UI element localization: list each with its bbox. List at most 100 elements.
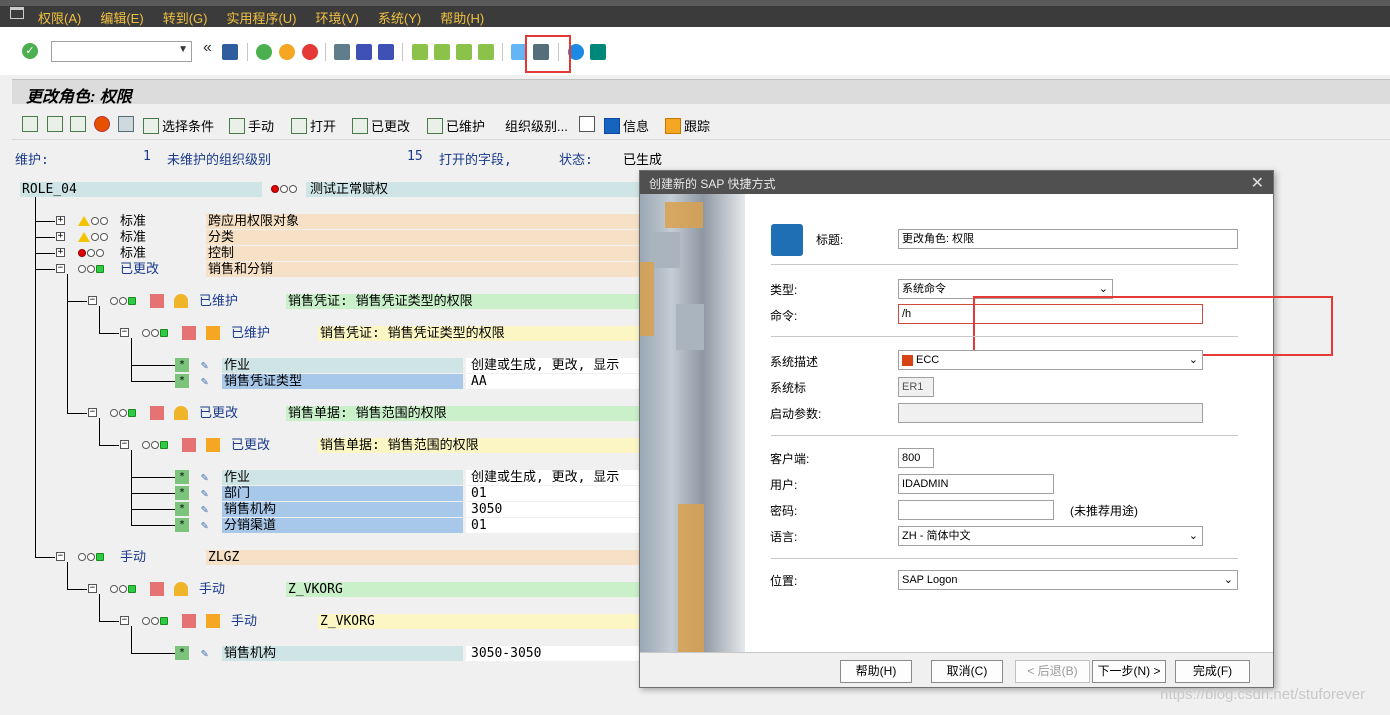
tree-connector <box>67 589 87 590</box>
node-desc-box <box>206 246 640 261</box>
find-icon[interactable] <box>356 44 372 60</box>
org-levels-button[interactable]: 组织级别... <box>505 116 568 135</box>
system-description-select[interactable]: ECC ⌄ <box>898 350 1203 370</box>
pencil-icon[interactable]: ✎ <box>201 647 213 659</box>
tree-connector <box>131 365 175 366</box>
tree-connector <box>99 306 100 334</box>
maintained-button[interactable]: 已维护 <box>427 116 485 135</box>
tree-connector <box>131 338 132 382</box>
collapse-icon[interactable]: − <box>120 616 129 625</box>
pencil-icon[interactable]: ✎ <box>201 503 213 515</box>
window-menu-icon[interactable] <box>10 7 24 19</box>
location-select[interactable]: SAP Logon ⌄ <box>898 570 1238 590</box>
tree-connector <box>67 301 87 302</box>
expand-icon[interactable]: + <box>56 216 65 225</box>
field-value: 3050-3050 <box>471 646 542 661</box>
enter-check-icon[interactable]: ✓ <box>22 43 38 59</box>
pencil-icon[interactable]: ✎ <box>201 471 213 483</box>
pencil-icon[interactable]: ✎ <box>201 375 213 387</box>
collapse-command-icon[interactable]: « <box>203 39 212 57</box>
close-icon[interactable]: ✕ <box>1251 173 1264 193</box>
object-icon <box>150 582 164 596</box>
manual-button[interactable]: 手动 <box>229 116 274 135</box>
chevron-down-icon[interactable]: ⌄ <box>1189 351 1198 369</box>
last-page-icon[interactable] <box>478 44 494 60</box>
role-name: ROLE_04 <box>22 182 77 197</box>
pencil-icon[interactable]: ✎ <box>201 359 213 371</box>
help-button[interactable]: 帮助(H) <box>840 660 912 683</box>
field-name: 分销渠道 <box>224 518 277 533</box>
menu-system[interactable]: 系统(Y) <box>378 8 421 27</box>
role-description: 测试正常赋权 <box>310 182 389 197</box>
expand-icon[interactable]: + <box>56 232 65 241</box>
tree-connector <box>99 621 119 622</box>
expand-icon[interactable] <box>22 116 38 132</box>
watermark: https://blog.csdn.net/stuforever <box>1160 686 1366 703</box>
menu-environment[interactable]: 环境(V) <box>316 8 359 27</box>
field-star-icon: * <box>175 646 189 660</box>
save-icon[interactable] <box>222 44 238 60</box>
field-name-box <box>222 486 463 501</box>
pencil-icon[interactable]: ✎ <box>201 519 213 531</box>
title-input[interactable]: 更改角色: 权限 <box>898 229 1238 249</box>
collapse-icon[interactable]: − <box>88 296 97 305</box>
field-name: 作业 <box>224 358 251 373</box>
open-button[interactable]: 打开 <box>291 116 336 135</box>
cancel-icon[interactable] <box>302 44 318 60</box>
info-button[interactable]: 信息 <box>604 116 649 135</box>
next-page-icon[interactable] <box>456 44 472 60</box>
menu-goto[interactable]: 转到(G) <box>163 8 208 27</box>
collapse-icon[interactable]: − <box>88 584 97 593</box>
next-button[interactable]: 下一步(N) > <box>1092 660 1166 683</box>
command-field[interactable]: ▼ <box>51 41 192 62</box>
back-icon[interactable] <box>256 44 272 60</box>
delete-icon[interactable] <box>118 116 134 132</box>
ok-light <box>110 409 136 417</box>
menu-items: 权限(A) 编辑(E) 转到(G) 实用程序(U) 环境(V) 系统(Y) 帮助… <box>38 8 484 27</box>
language-select[interactable]: ZH - 简体中文 ⌄ <box>898 526 1203 546</box>
collapse-icon[interactable]: − <box>120 440 129 449</box>
collapse-icon[interactable]: − <box>56 552 65 561</box>
find-next-icon[interactable] <box>378 44 394 60</box>
page-title: 更改角色: 权限 <box>26 89 132 106</box>
pencil-icon[interactable]: ✎ <box>201 487 213 499</box>
copy-icon[interactable] <box>70 116 86 132</box>
first-page-icon[interactable] <box>412 44 428 60</box>
menu-help[interactable]: 帮助(H) <box>440 8 484 27</box>
cancel-button[interactable]: 取消(C) <box>931 660 1003 683</box>
field-star-icon: * <box>175 374 189 388</box>
collapse-icon[interactable]: − <box>56 264 65 273</box>
object-icon <box>182 326 196 340</box>
collapse-icon[interactable] <box>47 116 63 132</box>
chevron-down-icon[interactable]: ⌄ <box>1224 571 1233 589</box>
object-icon <box>182 438 196 452</box>
activate-icon[interactable] <box>94 116 110 132</box>
previous-page-icon[interactable] <box>434 44 450 60</box>
trace-button[interactable]: 跟踪 <box>665 116 710 135</box>
client-input[interactable]: 800 <box>898 448 934 468</box>
tree-connector <box>131 626 132 654</box>
object-icon <box>182 614 196 628</box>
ok-light <box>78 553 104 561</box>
exit-icon[interactable] <box>279 44 295 60</box>
ok-light <box>78 265 104 273</box>
label-user: 用户: <box>770 478 798 492</box>
tree-connector <box>99 418 100 446</box>
collapse-icon[interactable]: − <box>120 328 129 337</box>
tree-connector <box>99 333 119 334</box>
print-icon[interactable] <box>334 44 350 60</box>
select-criteria-button[interactable]: 选择条件 <box>143 116 214 135</box>
user-input[interactable]: IDADMIN <box>898 474 1054 494</box>
menu-utilities[interactable]: 实用程序(U) <box>226 8 296 27</box>
menu-edit[interactable]: 编辑(E) <box>100 8 143 27</box>
layout-menu-icon[interactable] <box>590 44 606 60</box>
chevron-down-icon[interactable]: ▼ <box>178 44 188 55</box>
password-input[interactable] <box>898 500 1054 520</box>
menu-authorizations[interactable]: 权限(A) <box>38 8 81 27</box>
collapse-icon[interactable]: − <box>88 408 97 417</box>
finish-button[interactable]: 完成(F) <box>1175 660 1250 683</box>
legend-icon[interactable] <box>579 116 595 132</box>
expand-icon[interactable]: + <box>56 248 65 257</box>
chevron-down-icon[interactable]: ⌄ <box>1189 527 1198 545</box>
changed-button[interactable]: 已更改 <box>352 116 410 135</box>
